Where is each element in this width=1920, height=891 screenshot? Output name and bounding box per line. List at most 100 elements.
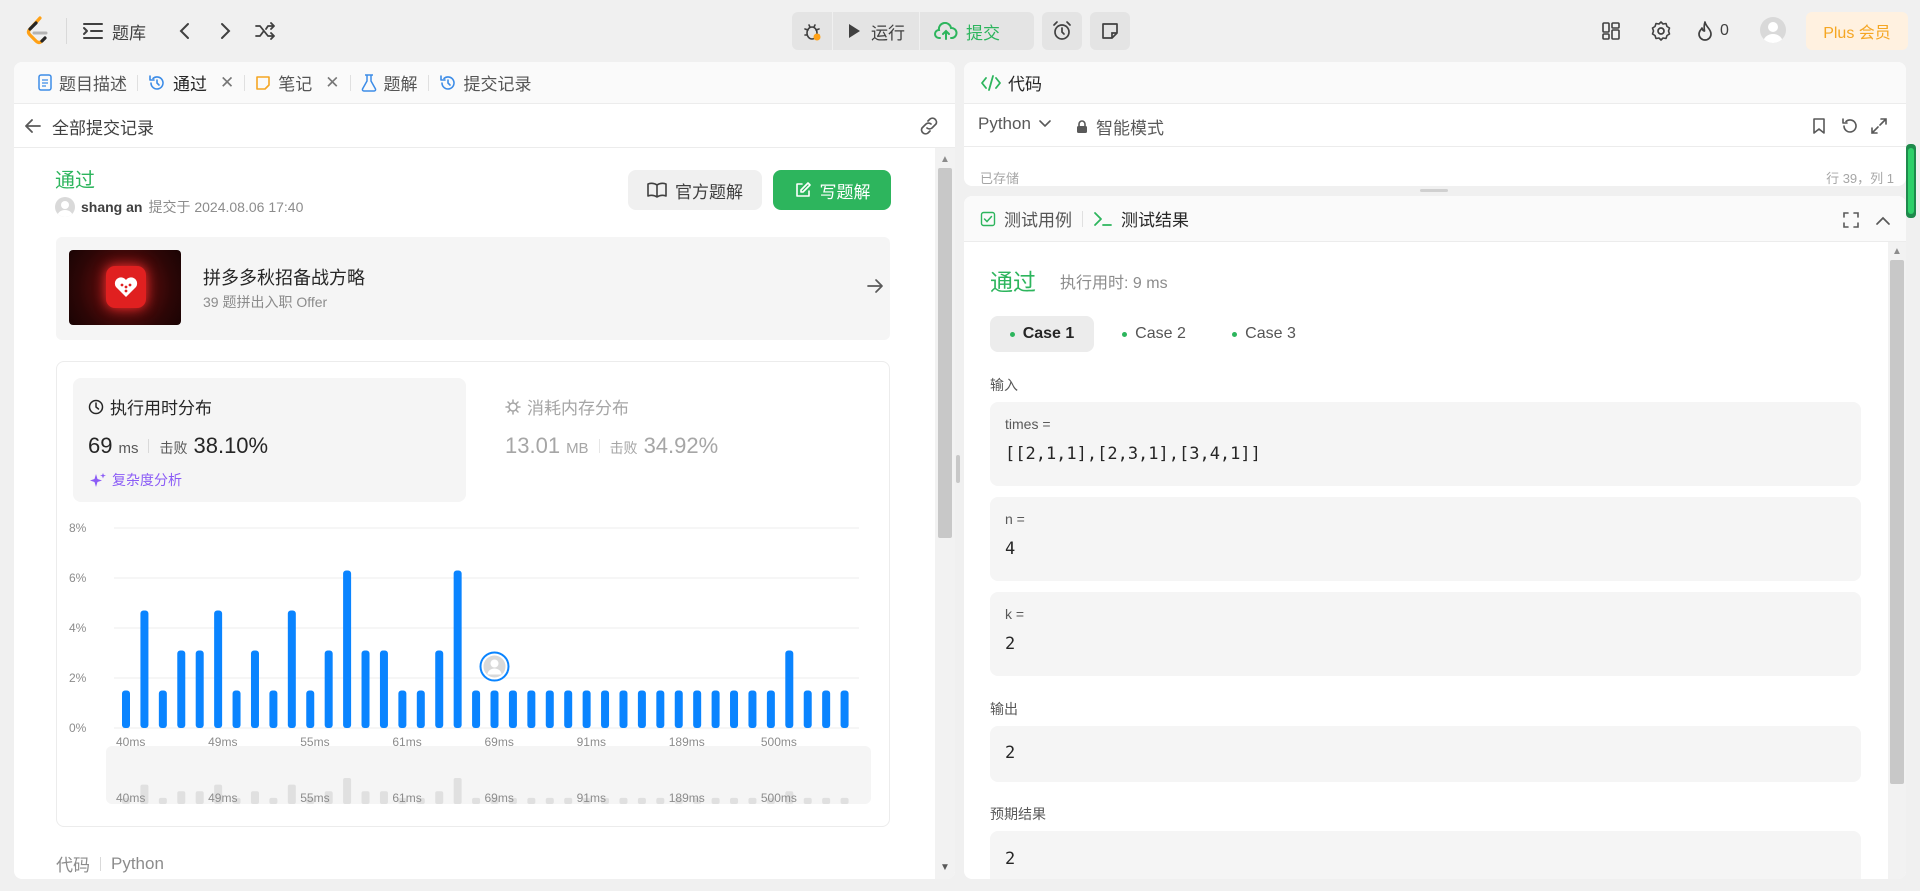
overview-tick-label: 40ms xyxy=(116,791,145,805)
flask-icon xyxy=(361,73,376,92)
complexity-analysis-link[interactable]: 复杂度分析 xyxy=(90,470,182,490)
tab-description[interactable]: 题目描述 xyxy=(28,62,137,104)
history-icon xyxy=(439,74,455,90)
chart-bar xyxy=(398,690,407,728)
top-navigation: 题库 运行 提交 0 Plus 会员 xyxy=(0,0,1920,62)
code-language: Python xyxy=(111,853,164,873)
close-tab-icon[interactable]: ✕ xyxy=(325,73,339,93)
language-select[interactable]: Python xyxy=(978,114,1051,134)
overview-bar xyxy=(656,797,665,804)
notes-button[interactable] xyxy=(1090,12,1130,50)
copy-link-button[interactable] xyxy=(918,116,940,141)
chart-bar xyxy=(361,650,370,728)
play-icon xyxy=(849,24,860,38)
chart-bar xyxy=(637,690,646,728)
back-to-submissions[interactable]: 全部提交记录 xyxy=(24,114,154,138)
chevron-down-icon xyxy=(1039,120,1051,128)
overview-bar xyxy=(343,778,352,804)
output-label: 输出 xyxy=(990,701,1018,717)
history-icon xyxy=(149,74,164,90)
debug-button[interactable] xyxy=(792,12,832,50)
chart-bar xyxy=(803,690,812,728)
scroll-down-icon[interactable]: ▼ xyxy=(940,862,950,873)
avatar xyxy=(55,197,75,217)
tab-submissions[interactable]: 提交记录 xyxy=(429,62,542,104)
streak-counter[interactable]: 0 xyxy=(1696,18,1729,44)
scroll-up-icon[interactable]: ▲ xyxy=(1892,246,1902,257)
problem-list-button[interactable]: 题库 xyxy=(82,16,146,46)
submitter-info: shang an 提交于 2024.08.06 17:40 xyxy=(55,197,303,217)
list-icon xyxy=(83,23,103,39)
overview-tick-label: 91ms xyxy=(577,791,606,805)
settings-button[interactable] xyxy=(1648,18,1674,44)
scroll-up-icon[interactable]: ▲ xyxy=(940,154,950,165)
memory-stat[interactable]: 消耗内存分布 13.01 MB 击败 34.92% xyxy=(490,378,870,502)
input-n[interactable]: n = 4 xyxy=(990,497,1861,581)
next-problem-button[interactable] xyxy=(214,18,238,44)
tab-accepted[interactable]: 通过 ✕ xyxy=(138,62,244,104)
case-tab-2[interactable]: Case 2 xyxy=(1104,316,1204,352)
promo-card[interactable]: 拼多多秋招备战方略 39 题拼出入职 Offer xyxy=(56,237,890,340)
submitter-name[interactable]: shang an xyxy=(81,199,142,215)
complexity-analysis-label: 复杂度分析 xyxy=(112,472,182,488)
plus-membership-button[interactable]: Plus 会员 xyxy=(1806,12,1908,50)
tab-notes[interactable]: 笔记 ✕ xyxy=(245,62,349,104)
case-tab-1[interactable]: Case 1 xyxy=(990,316,1094,352)
chart-bar xyxy=(674,690,683,728)
overview-tick-label: 189ms xyxy=(669,791,705,805)
tab-code[interactable]: 代码 xyxy=(980,70,1042,95)
memory-value: 13.01 xyxy=(505,433,561,458)
input-times[interactable]: times = [[2,1,1],[2,3,1],[3,4,1]] xyxy=(990,402,1861,486)
tab-solutions[interactable]: 题解 xyxy=(351,62,428,104)
overview-tick-label: 55ms xyxy=(300,791,329,805)
tab-testcases[interactable]: 测试用例 xyxy=(980,206,1072,231)
overview-bar xyxy=(840,797,849,804)
runtime-distribution-chart[interactable]: 8% 6% 4% 2% 0% 40ms 49ms 55ms 61ms 69ms 91ms 189ms 5… xyxy=(69,514,879,819)
bookmark-icon xyxy=(1813,118,1825,134)
memory-beats-value: 34.92% xyxy=(643,433,719,458)
official-solution-button[interactable]: 官方题解 xyxy=(628,170,762,210)
bookmark-button[interactable] xyxy=(1811,117,1827,140)
reset-code-button[interactable] xyxy=(1840,117,1858,140)
chart-bar xyxy=(453,570,462,728)
random-problem-button[interactable] xyxy=(252,18,278,44)
leetcode-logo-icon[interactable] xyxy=(24,14,52,48)
expected-block[interactable]: 2 xyxy=(990,831,1861,879)
chart-bar xyxy=(545,690,554,728)
run-button[interactable]: 运行 xyxy=(833,12,919,50)
input-value: [[2,1,1],[2,3,1],[3,4,1]] xyxy=(1005,444,1261,464)
user-avatar[interactable] xyxy=(1760,17,1786,43)
write-solution-button[interactable]: 写题解 xyxy=(773,170,891,210)
layout-button[interactable] xyxy=(1598,18,1624,44)
chart-bar xyxy=(656,690,665,728)
vertical-split-handle[interactable] xyxy=(1420,189,1448,192)
chart-bar xyxy=(508,690,517,728)
chart-bar xyxy=(306,690,315,728)
submit-button[interactable]: 提交 xyxy=(920,12,1014,50)
collapse-button[interactable] xyxy=(1875,214,1891,232)
write-solution-label: 写题解 xyxy=(819,182,871,202)
avatar-icon xyxy=(1763,22,1783,43)
overview-bar xyxy=(379,791,388,804)
prev-problem-button[interactable] xyxy=(172,18,196,44)
test-result-status: 通过 xyxy=(990,269,1036,295)
output-block[interactable]: 2 xyxy=(990,726,1861,782)
expand-editor-button[interactable] xyxy=(1870,117,1888,140)
timer-button[interactable] xyxy=(1042,12,1082,50)
fullscreen-button[interactable] xyxy=(1842,211,1860,234)
panel-resizer[interactable] xyxy=(956,455,960,483)
test-tab-bar: 测试用例 测试结果 xyxy=(964,196,1906,242)
runtime-stat[interactable]: 执行用时分布 69 ms 击败 38.10% 复杂度分析 xyxy=(73,378,466,502)
tab-accepted-label: 通过 xyxy=(173,75,207,94)
output-value: 2 xyxy=(1005,743,1016,763)
tab-test-results[interactable]: 测试结果 xyxy=(1093,206,1189,231)
right-scrollbar-thumb[interactable] xyxy=(1890,260,1904,784)
input-k[interactable]: k = 2 xyxy=(990,592,1861,676)
chart-bar xyxy=(232,690,241,728)
smart-mode-toggle[interactable]: 智能模式 xyxy=(1076,114,1164,139)
tab-submissions-label: 提交记录 xyxy=(463,75,532,94)
close-tab-icon[interactable]: ✕ xyxy=(220,73,234,93)
left-scrollbar-thumb[interactable] xyxy=(938,168,952,538)
code-tab-bar: 代码 xyxy=(964,62,1906,104)
case-tab-3[interactable]: Case 3 xyxy=(1214,316,1314,352)
